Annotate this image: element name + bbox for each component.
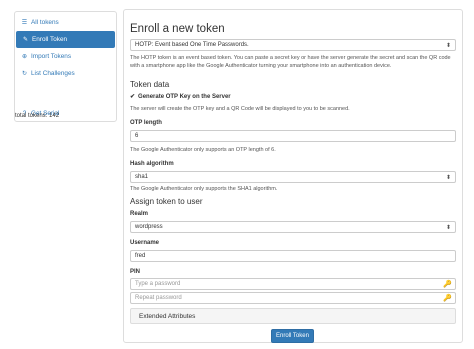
- hash-help: The Google Authenticator only supports t…: [130, 186, 278, 192]
- sidebar-item-label: Enroll Token: [32, 36, 68, 43]
- sidebar-item-all-tokens[interactable]: ☰ All tokens: [15, 14, 116, 31]
- realm-select[interactable]: wordpress ⬍: [130, 221, 456, 233]
- assign-heading: Assign token to user: [130, 197, 203, 206]
- username-label: Username: [130, 240, 160, 246]
- refresh-icon: ↻: [21, 71, 28, 77]
- sidebar-item-list-challenges[interactable]: ↻ List Challenges: [15, 65, 116, 82]
- key-icon[interactable]: 🔑: [443, 280, 452, 288]
- sidebar: ☰ All tokens ✎ Enroll Token ⊕ Import Tok…: [14, 11, 117, 122]
- sidebar-item-label: Import Tokens: [31, 53, 72, 60]
- list-icon: ☰: [21, 20, 28, 26]
- pin-label: PIN: [130, 269, 141, 275]
- username-value: fred: [135, 253, 146, 259]
- genkey-label: Generate OTP Key on the Server: [138, 93, 231, 100]
- checkmark-icon: ✔: [130, 94, 136, 100]
- username-field[interactable]: fred: [130, 250, 456, 262]
- pin-field[interactable]: Type a password 🔑: [130, 278, 456, 290]
- token-data-heading: Token data: [130, 80, 170, 89]
- enroll-token-button[interactable]: Enroll Token: [271, 329, 314, 343]
- realm-label: Realm: [130, 211, 149, 217]
- otp-length-help: The Google Authenticator only supports a…: [130, 147, 276, 153]
- chevron-down-icon: ⬍: [445, 225, 451, 231]
- pin-repeat-placeholder: Repeat password: [135, 295, 182, 301]
- token-type-select[interactable]: HOTP: Event based One Time Passwords. ⬍: [130, 39, 456, 51]
- edit-icon: ✎: [22, 37, 29, 43]
- sidebar-item-enroll-token[interactable]: ✎ Enroll Token: [16, 31, 115, 48]
- total-tokens: total tokens: 142: [15, 113, 60, 119]
- key-icon[interactable]: 🔑: [443, 294, 452, 302]
- pin-placeholder: Type a password: [135, 281, 181, 287]
- hash-value: sha1: [135, 174, 149, 180]
- realm-value: wordpress: [135, 224, 163, 230]
- otp-length-value: 6: [135, 133, 139, 139]
- genkey-checkbox[interactable]: ✔ Generate OTP Key on the Server: [130, 93, 231, 101]
- extended-attributes-label: Extended Attributes: [139, 312, 196, 320]
- chevron-down-icon: ⬍: [445, 175, 451, 181]
- genkey-help: The server will create the OTP key and a…: [130, 106, 350, 112]
- sidebar-item-label: All tokens: [31, 19, 59, 26]
- sidebar-item-label: List Challenges: [31, 70, 75, 77]
- enroll-panel: Enroll a new token HOTP: Event based One…: [123, 9, 463, 343]
- extended-attributes-toggle[interactable]: Extended Attributes: [130, 308, 456, 324]
- otp-length-field[interactable]: 6: [130, 130, 456, 142]
- otp-length-label: OTP length: [130, 120, 162, 126]
- hash-label: Hash algorithm: [130, 161, 174, 167]
- token-type-value: HOTP: Event based One Time Passwords.: [135, 42, 249, 48]
- import-icon: ⊕: [21, 54, 28, 60]
- pin-repeat-field[interactable]: Repeat password 🔑: [130, 292, 456, 304]
- page-title: Enroll a new token: [130, 23, 225, 35]
- hash-select[interactable]: sha1 ⬍: [130, 171, 456, 183]
- token-type-description: The HOTP token is an event based token. …: [130, 55, 451, 69]
- chevron-down-icon: ⬍: [445, 43, 451, 49]
- sidebar-item-import-tokens[interactable]: ⊕ Import Tokens: [15, 48, 116, 65]
